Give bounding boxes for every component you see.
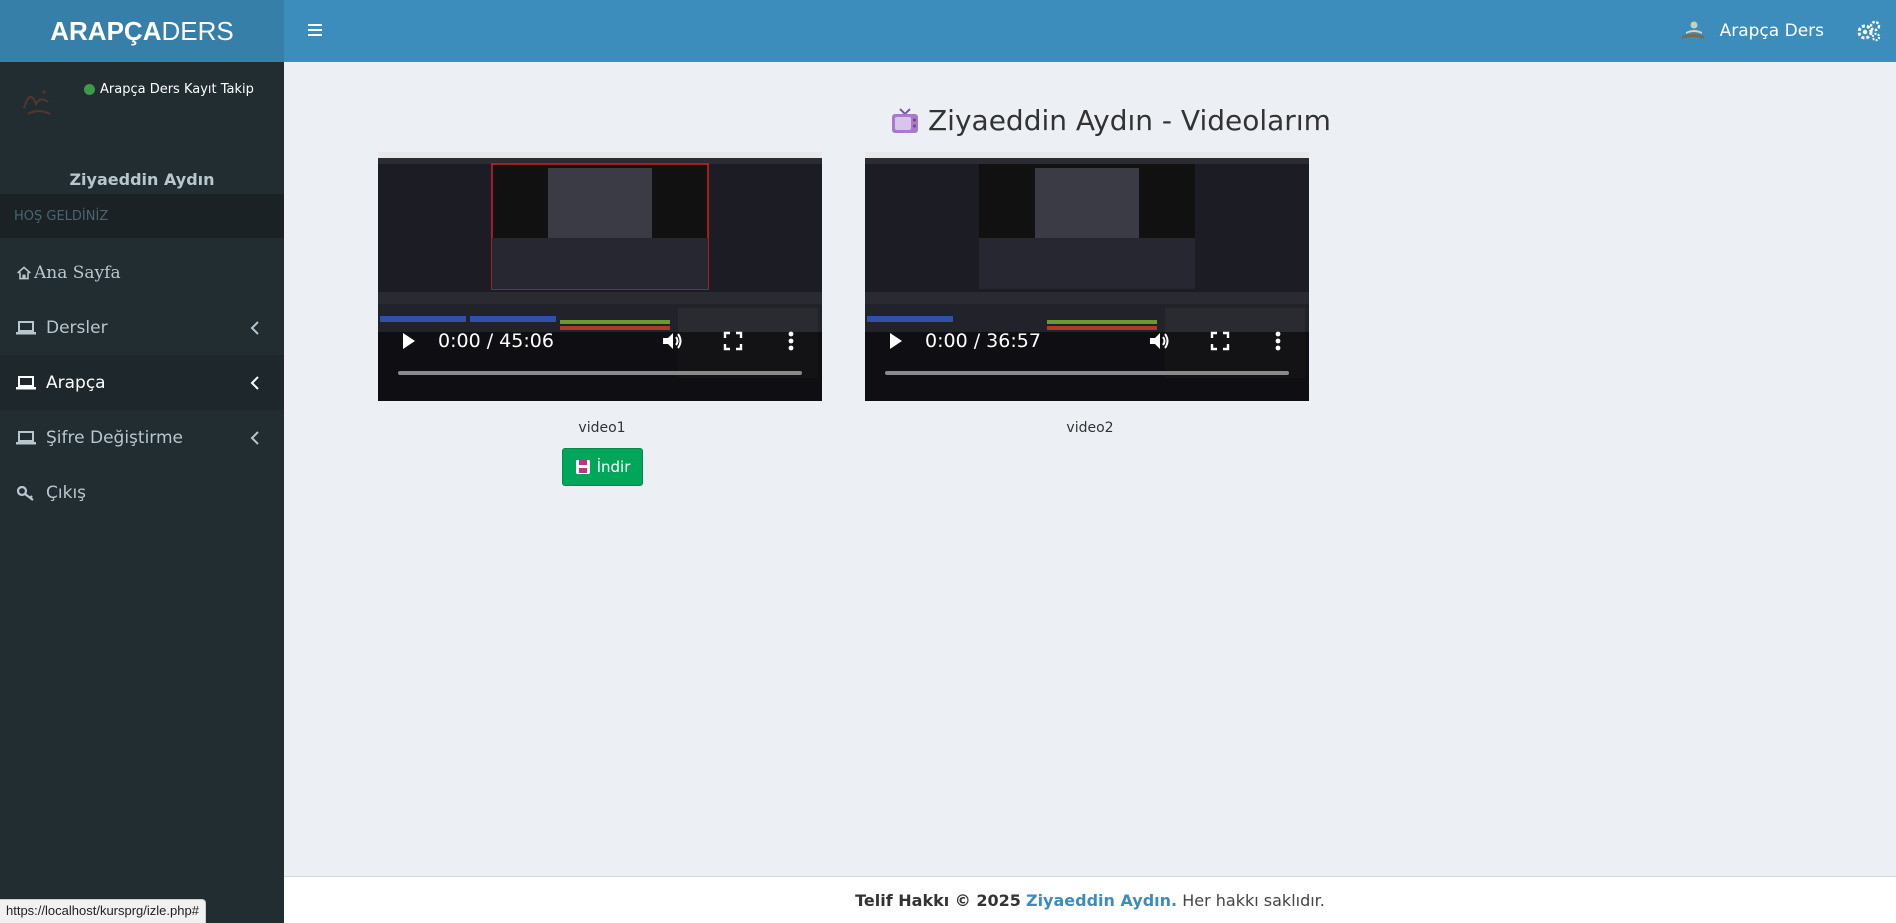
video-progress-bar[interactable] — [398, 371, 802, 375]
brand-light: DERS — [161, 15, 234, 46]
user-menu-label: Arapça Ders — [1719, 21, 1824, 41]
laptop-icon — [16, 320, 36, 334]
sidebar-item-label: Şifre Değiştirme — [46, 427, 183, 448]
status-text: Arapça Ders Kayıt Takip — [100, 82, 254, 97]
television-icon — [892, 107, 918, 133]
laptop-icon — [16, 375, 36, 389]
sidebar-item-sifre-degistirme[interactable]: Şifre Değiştirme — [0, 410, 284, 465]
footer-rights: Her hakkı saklıdır. — [1182, 890, 1325, 910]
brand-bold: ARAPÇA — [50, 15, 162, 46]
video-thumbnail — [378, 152, 822, 401]
more-options-icon[interactable] — [787, 330, 795, 352]
home-icon — [17, 265, 31, 279]
play-icon[interactable] — [887, 330, 905, 352]
sidebar-user-name: Ziyaeddin Aydın — [69, 170, 215, 189]
brand-logo[interactable]: ARAPÇA DERS — [0, 0, 284, 62]
sidebar-item-label: Çıkış — [46, 482, 87, 503]
sidebar-toggle-icon[interactable] — [302, 18, 328, 44]
chevron-left-icon — [250, 431, 259, 445]
video-time: 0:00 / 45:06 — [438, 330, 554, 352]
sidebar-section-label: HOŞ GELDİNİZ — [0, 194, 284, 238]
volume-icon[interactable] — [661, 330, 685, 352]
laptop-icon — [16, 430, 36, 444]
sidebar-item-dersler[interactable]: Dersler — [0, 300, 284, 355]
calligraphy-logo-icon — [23, 90, 51, 115]
gears-icon[interactable] — [1856, 19, 1882, 43]
download-button[interactable]: İndir — [562, 448, 643, 486]
page-title: Ziyaeddin Aydın - Videolarım — [890, 104, 1331, 137]
download-button-label: İndir — [596, 458, 631, 476]
sidebar-item-label: Dersler — [46, 317, 108, 338]
page-title-text: Ziyaeddin Aydın - Videolarım — [928, 104, 1331, 137]
play-icon[interactable] — [400, 330, 418, 352]
sidebar: Arapça Ders Kayıt Takip Ziyaeddin Aydın … — [0, 62, 284, 923]
browser-status-url: https://localhost/kursprg/izle.php# — [0, 899, 206, 923]
video-progress-bar[interactable] — [885, 371, 1289, 375]
sidebar-item-cikis[interactable]: Çıkış — [0, 465, 284, 520]
volume-icon[interactable] — [1148, 330, 1172, 352]
online-status: Arapça Ders Kayıt Takip — [84, 82, 254, 97]
video-player-2[interactable] — [865, 152, 1309, 401]
sidebar-item-label: Ana Sayfa — [34, 262, 121, 283]
key-icon — [16, 485, 34, 501]
footer: Telif Hakkı © 2025 Ziyaeddin Aydın. Her … — [284, 876, 1896, 923]
user-menu[interactable]: Arapça Ders — [1680, 0, 1824, 62]
fullscreen-icon[interactable] — [723, 331, 743, 351]
chevron-left-icon — [250, 321, 259, 335]
more-options-icon[interactable] — [1274, 330, 1282, 352]
sidebar-menu: Ana Sayfa Dersler Arapça Şifre Değiştirm… — [0, 245, 284, 520]
video-caption: video2 — [1066, 420, 1114, 436]
video-player-1[interactable] — [378, 152, 822, 401]
video-time: 0:00 / 36:57 — [925, 330, 1041, 352]
fullscreen-icon[interactable] — [1210, 331, 1230, 351]
floppy-disk-icon — [575, 460, 590, 474]
book-reader-icon — [1681, 21, 1704, 39]
sidebar-item-ana-sayfa[interactable]: Ana Sayfa — [0, 245, 284, 300]
sidebar-item-label: Arapça — [46, 372, 106, 393]
chevron-left-icon — [250, 376, 259, 390]
top-navbar: Arapça Ders — [284, 0, 1896, 62]
online-dot-icon — [84, 84, 95, 95]
video-caption: video1 — [578, 420, 626, 436]
video-thumbnail — [865, 152, 1309, 401]
sidebar-item-arapca[interactable]: Arapça — [0, 355, 284, 410]
footer-author-link[interactable]: Ziyaeddin Aydın. — [1026, 891, 1177, 910]
footer-copyright: Telif Hakkı © 2025 — [855, 890, 1021, 910]
user-panel: Arapça Ders Kayıt Takip — [0, 62, 284, 162]
